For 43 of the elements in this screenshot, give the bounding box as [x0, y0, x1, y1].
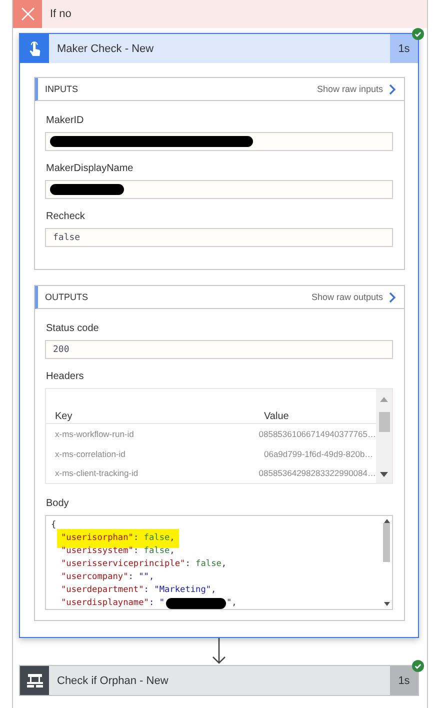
- scope-title: If no: [50, 8, 72, 20]
- output-field: 200: [45, 340, 393, 359]
- column-header: Value: [264, 410, 289, 423]
- code-line: "usercompany": "",: [61, 571, 154, 584]
- scope-header[interactable]: If no: [13, 0, 427, 28]
- section-heading: INPUTS: [45, 84, 80, 94]
- field-label: Body: [46, 498, 70, 509]
- chevron-right-icon: [389, 84, 396, 94]
- scroll-thumb[interactable]: [378, 412, 390, 432]
- code-line: "userisserviceprinciple": false,: [61, 558, 227, 571]
- code-text: ",: [226, 597, 237, 609]
- field-label: Status code: [46, 323, 100, 334]
- action-title: Check if Orphan - New: [57, 674, 170, 686]
- table-cell: 06a9d799-1f6d-49d9-820b…: [264, 448, 374, 458]
- action-header[interactable]: Check if Orphan - New 1s: [20, 666, 418, 695]
- field-label: MakerDisplayName: [46, 163, 134, 174]
- show-raw-link[interactable]: Show raw inputs: [316, 84, 396, 94]
- chevron-right-icon: [389, 292, 396, 302]
- output-field: false: [45, 228, 393, 247]
- table-cell-text: x-ms-correlation-id: [55, 448, 126, 458]
- table-cell-text: x-ms-workflow-run-id: [55, 428, 135, 439]
- field-label: Recheck: [46, 211, 86, 222]
- table-cell: 08585364298283322990084…: [258, 468, 376, 478]
- table-cell: 08585361066714940377765…: [258, 428, 376, 439]
- scroll-down-icon[interactable]: [384, 602, 390, 606]
- duration-label: 1s: [390, 34, 418, 63]
- connector-arrow: [212, 638, 226, 665]
- show-raw-link[interactable]: Show raw outputs: [311, 292, 396, 302]
- field-label: Headers: [46, 371, 85, 382]
- section-heading: OUTPUTS: [45, 292, 90, 302]
- scrollbar[interactable]: [376, 389, 392, 483]
- code-line: "userdepartment": "Marketing",: [61, 584, 216, 597]
- scroll-down-icon[interactable]: [380, 472, 388, 477]
- code-line: "userissystem": false,: [61, 545, 175, 558]
- duration-label: 1s: [390, 666, 418, 695]
- scroll-thumb[interactable]: [383, 522, 390, 562]
- code-line: "userdisplayname": ": [61, 597, 164, 609]
- action-title: Maker Check - New: [57, 42, 155, 54]
- action-header[interactable]: Maker Check - New 1s: [20, 34, 418, 63]
- column-header: Key: [55, 410, 74, 423]
- code-line: {: [51, 519, 56, 532]
- table-cell-text: x-ms-client-tracking-id: [55, 468, 140, 478]
- field-label: MakerID: [46, 115, 85, 126]
